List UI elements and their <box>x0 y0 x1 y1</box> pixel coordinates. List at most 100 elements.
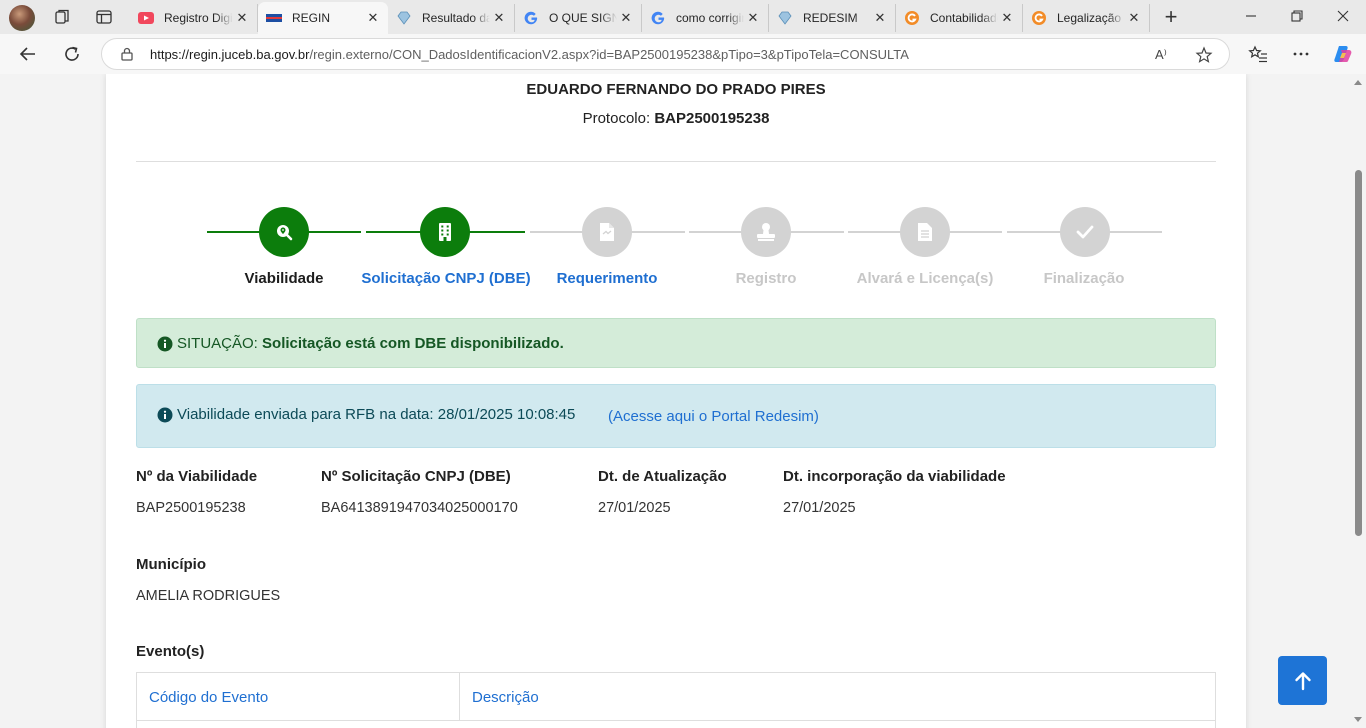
workspaces-icon[interactable] <box>53 8 71 26</box>
company-name: EDUARDO FERNANDO DO PRADO PIRES <box>526 81 826 98</box>
tab-title: como corrigir <box>676 11 744 25</box>
favorite-star-icon[interactable] <box>1195 46 1213 64</box>
update-date-label: Dt. de Atualização <box>598 468 727 485</box>
document-icon <box>600 223 614 241</box>
minimize-icon[interactable] <box>1243 8 1259 24</box>
rfb-info-alert: Viabilidade enviada para RFB na data: 28… <box>136 384 1216 448</box>
copilot-icon[interactable] <box>1333 44 1353 64</box>
google-icon <box>523 10 539 26</box>
step-solicitacao-cnpj[interactable] <box>420 207 470 257</box>
viabilidade-number-label: Nº da Viabilidade <box>136 468 258 485</box>
step-viabilidade[interactable] <box>259 207 309 257</box>
update-date-value: 27/01/2025 <box>598 500 671 516</box>
close-tab-icon[interactable]: ✕ <box>744 10 762 26</box>
info-circle-icon <box>157 407 173 423</box>
back-arrow-icon[interactable] <box>18 44 38 64</box>
scroll-to-top-button[interactable] <box>1278 656 1327 705</box>
events-table: Código do Evento Descrição <box>136 672 1216 728</box>
step-requerimento[interactable] <box>582 207 632 257</box>
situation-label: SITUAÇÃO: <box>177 335 258 352</box>
more-options-icon[interactable] <box>1291 44 1311 64</box>
portal-redesim-link[interactable]: (Acesse aqui o Portal Redesim) <box>608 408 819 425</box>
regin-icon <box>266 10 282 26</box>
favorites-list-icon[interactable] <box>1248 44 1268 64</box>
diamond-icon <box>396 10 412 26</box>
tab-title: Registro Digital <box>164 11 233 25</box>
events-header-cell[interactable]: Descrição <box>460 673 1215 721</box>
page-scrollbar[interactable] <box>1350 74 1366 728</box>
incorporation-date-value: 27/01/2025 <box>783 500 856 516</box>
step-finalizacao[interactable] <box>1060 207 1110 257</box>
g-orange-icon <box>904 10 920 26</box>
step-registro[interactable] <box>741 207 791 257</box>
close-tab-icon[interactable]: ✕ <box>490 10 508 26</box>
event-code-column-header[interactable]: Código do Evento <box>149 689 268 706</box>
tab-title: Contabilidade <box>930 11 998 25</box>
events-title: Evento(s) <box>136 643 205 660</box>
read-aloud-icon[interactable]: A⁾ <box>1155 47 1167 63</box>
close-tab-icon[interactable]: ✕ <box>1125 10 1143 26</box>
scrollbar-thumb[interactable] <box>1355 170 1362 536</box>
tab-resultado[interactable]: Resultado da pesquisa ✕ <box>388 4 515 32</box>
step-label-finalizacao: Finalização <box>1043 270 1125 287</box>
scroll-up-arrow-icon[interactable] <box>1354 80 1362 85</box>
building-icon <box>439 223 451 241</box>
tab-registro-digital[interactable]: Registro Digital ✕ <box>130 4 258 32</box>
protocol-label: Protocolo: <box>582 110 651 127</box>
description-column-header[interactable]: Descrição <box>472 689 539 706</box>
tab-contabilidade[interactable]: Contabilidade ✕ <box>896 4 1023 32</box>
tab-redesim[interactable]: REDESIM ✕ <box>769 4 896 32</box>
browser-tab-bar: Registro Digital ✕ REGIN ✕ Resultado da … <box>0 0 1366 34</box>
tab-o-que-significa[interactable]: O QUE SIGNIFICA ✕ <box>515 4 642 32</box>
vertical-tabs-icon[interactable] <box>95 8 113 26</box>
cnpj-request-label: Nº Solicitação CNPJ (DBE) <box>321 468 511 485</box>
situation-value: Solicitação está com DBE disponibilizado… <box>262 335 564 352</box>
arrow-up-icon <box>1294 671 1311 690</box>
stamp-icon <box>757 223 775 241</box>
new-tab-button[interactable]: + <box>1160 6 1182 29</box>
diamond-icon <box>777 10 793 26</box>
rfb-sent-text: Viabilidade enviada para RFB na data: 28… <box>177 406 576 423</box>
content-card: EDUARDO FERNANDO DO PRADO PIRES Protocol… <box>106 74 1246 728</box>
tab-como-corrigir[interactable]: como corrigir ✕ <box>642 4 769 32</box>
profile-avatar[interactable] <box>9 5 35 31</box>
step-alvara-licencas[interactable] <box>900 207 950 257</box>
close-window-icon[interactable] <box>1335 8 1351 24</box>
file-text-icon <box>918 223 932 241</box>
search-location-icon <box>277 225 293 241</box>
page-viewport: EDUARDO FERNANDO DO PRADO PIRES Protocol… <box>0 74 1350 728</box>
close-tab-icon[interactable]: ✕ <box>233 10 251 26</box>
info-circle-icon <box>157 336 173 352</box>
incorporation-date-label: Dt. incorporação da viabilidade <box>783 468 1006 485</box>
viabilidade-number-value: BAP2500195238 <box>136 500 246 516</box>
municipality-value: AMELIA RODRIGUES <box>136 588 281 604</box>
g-orange-icon <box>1031 10 1047 26</box>
refresh-icon[interactable] <box>62 44 82 64</box>
lock-icon[interactable] <box>119 46 135 62</box>
situation-text: SITUAÇÃO: Solicitação está com DBE dispo… <box>177 335 564 352</box>
tab-title: Resultado da pesquisa <box>422 11 490 25</box>
divider <box>136 161 1216 162</box>
tab-title: O QUE SIGNIFICA <box>549 11 617 25</box>
protocol-line: Protocolo: BAP2500195238 <box>106 110 1246 127</box>
events-header-cell[interactable]: Código do Evento <box>137 673 460 721</box>
restore-icon[interactable] <box>1289 8 1305 24</box>
tab-legalizacao[interactable]: Legalização ✕ <box>1023 4 1150 32</box>
tab-title: REGIN <box>292 11 331 25</box>
protocol-value: BAP2500195238 <box>654 110 770 127</box>
scroll-down-arrow-icon[interactable] <box>1354 717 1362 722</box>
situation-alert: SITUAÇÃO: Solicitação está com DBE dispo… <box>136 318 1216 368</box>
url-host: https://regin.juceb.ba.gov.br <box>150 47 310 62</box>
address-bar[interactable]: https://regin.juceb.ba.gov.br/regin.exte… <box>101 38 1230 70</box>
google-icon <box>650 10 666 26</box>
close-tab-icon[interactable]: ✕ <box>871 10 889 26</box>
tab-title: REDESIM <box>803 11 858 25</box>
tab-title: Legalização <box>1057 11 1122 25</box>
municipality-label: Município <box>136 556 206 573</box>
tab-regin[interactable]: REGIN ✕ <box>258 2 388 34</box>
cnpj-request-value: BA64138919470340250001​70 <box>321 500 518 516</box>
close-tab-icon[interactable]: ✕ <box>617 10 635 26</box>
close-tab-icon[interactable]: ✕ <box>998 10 1016 26</box>
url-path: /regin.externo/CON_DadosIdentificacionV2… <box>309 47 909 62</box>
close-tab-icon[interactable]: ✕ <box>364 10 382 26</box>
